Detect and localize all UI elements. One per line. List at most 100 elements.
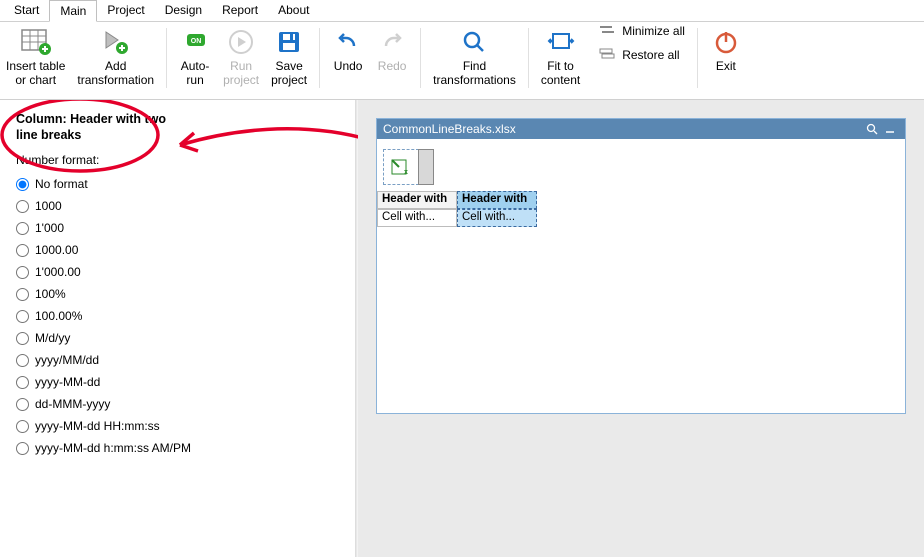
radio-input[interactable] [16, 288, 29, 301]
grid-header-cell[interactable]: Header with [457, 191, 537, 209]
auto-run-icon: ON [179, 26, 211, 58]
undo-button[interactable]: Undo [326, 22, 370, 99]
ribbon-separator [697, 28, 698, 88]
menu-main[interactable]: Main [49, 0, 97, 22]
radio-input[interactable] [16, 244, 29, 257]
restore-all-button[interactable]: Restore all [592, 46, 691, 64]
redo-icon [376, 26, 408, 58]
ribbon-separator [319, 28, 320, 88]
radio-input[interactable] [16, 442, 29, 455]
auto-run-button[interactable]: ON Auto- run [173, 22, 217, 99]
number-format-option[interactable]: 1000.00 [16, 239, 339, 261]
redo-button[interactable]: Redo [370, 22, 414, 99]
radio-input[interactable] [16, 222, 29, 235]
number-format-option[interactable]: yyyy-MM-dd [16, 371, 339, 393]
radio-input[interactable] [16, 200, 29, 213]
find-transformations-button[interactable]: Find transformations [427, 22, 522, 99]
exit-button[interactable]: Exit [704, 22, 748, 99]
save-project-button[interactable]: Save project [265, 22, 313, 99]
menu-bar: Start Main Project Design Report About [0, 0, 924, 22]
radio-label: yyyy-MM-dd h:mm:ss AM/PM [35, 441, 191, 455]
run-project-button[interactable]: Run project [217, 22, 265, 99]
radio-label: M/d/yy [35, 331, 70, 345]
document-window: CommonLineBreaks.xlsx x [376, 118, 906, 414]
number-format-option[interactable]: 100.00% [16, 305, 339, 327]
radio-label: 1'000 [35, 221, 64, 235]
menu-about[interactable]: About [268, 0, 319, 21]
radio-label: 1'000.00 [35, 265, 81, 279]
menu-report[interactable]: Report [212, 0, 268, 21]
play-icon [225, 26, 257, 58]
save-project-label: Save project [271, 60, 307, 88]
insert-table-button[interactable]: Insert table or chart [0, 22, 71, 99]
restore-all-label: Restore all [622, 48, 679, 62]
ribbon: Insert table or chart Add transformation… [0, 22, 924, 100]
number-format-option[interactable]: 1'000.00 [16, 261, 339, 283]
number-format-option[interactable]: dd-MMM-yyyy [16, 393, 339, 415]
data-grid: Header with Header with Cell with... Cel… [377, 191, 905, 227]
auto-run-label: Auto- run [181, 60, 210, 88]
radio-input[interactable] [16, 354, 29, 367]
sheet-thumb-selected[interactable] [418, 149, 434, 185]
grid-cell[interactable]: Cell with... [377, 209, 457, 227]
radio-input[interactable] [16, 332, 29, 345]
search-icon [458, 26, 490, 58]
add-transformation-button[interactable]: Add transformation [71, 22, 160, 99]
find-transformations-label: Find transformations [433, 60, 516, 88]
sheet-thumbnails: x [377, 149, 905, 185]
add-transformation-label: Add transformation [77, 60, 154, 88]
power-icon [710, 26, 742, 58]
radio-label: yyyy-MM-dd [35, 375, 100, 389]
fit-icon [545, 26, 577, 58]
minimize-all-button[interactable]: Minimize all [592, 22, 691, 40]
radio-input[interactable] [16, 420, 29, 433]
minimize-icon [598, 24, 616, 38]
radio-input[interactable] [16, 178, 29, 191]
number-format-option[interactable]: 100% [16, 283, 339, 305]
grid-cell[interactable]: Cell with... [457, 209, 537, 227]
number-format-option[interactable]: M/d/yy [16, 327, 339, 349]
grid-header-cell[interactable]: Header with [377, 191, 457, 209]
document-minimize-icon[interactable] [881, 120, 899, 138]
ribbon-separator [528, 28, 529, 88]
number-format-option[interactable]: yyyy-MM-dd h:mm:ss AM/PM [16, 437, 339, 459]
number-format-option[interactable]: yyyy/MM/dd [16, 349, 339, 371]
exit-label: Exit [716, 60, 736, 74]
menu-project[interactable]: Project [97, 0, 154, 21]
minimize-all-label: Minimize all [622, 24, 685, 38]
radio-input[interactable] [16, 310, 29, 323]
restore-icon [598, 48, 616, 62]
redo-label: Redo [378, 60, 407, 74]
ribbon-separator [166, 28, 167, 88]
svg-text:ON: ON [191, 38, 202, 45]
number-format-option[interactable]: No format [16, 173, 339, 195]
menu-design[interactable]: Design [155, 0, 212, 21]
save-icon [273, 26, 305, 58]
undo-label: Undo [334, 60, 363, 74]
run-project-label: Run project [223, 60, 259, 88]
radio-label: 100% [35, 287, 66, 301]
radio-input[interactable] [16, 266, 29, 279]
menu-start[interactable]: Start [4, 0, 49, 21]
radio-label: 100.00% [35, 309, 82, 323]
radio-input[interactable] [16, 398, 29, 411]
number-format-option[interactable]: 1000 [16, 195, 339, 217]
undo-icon [332, 26, 364, 58]
sheet-thumb[interactable]: x [383, 149, 419, 185]
fit-to-content-button[interactable]: Fit to content [535, 22, 586, 99]
insert-table-label: Insert table or chart [6, 60, 65, 88]
radio-input[interactable] [16, 376, 29, 389]
number-format-option[interactable]: 1'000 [16, 217, 339, 239]
workspace: CommonLineBreaks.xlsx x [358, 100, 924, 557]
radio-label: dd-MMM-yyyy [35, 397, 110, 411]
document-search-icon[interactable] [863, 120, 881, 138]
fit-to-content-label: Fit to content [541, 60, 580, 88]
document-titlebar[interactable]: CommonLineBreaks.xlsx [377, 119, 905, 139]
radio-label: yyyy-MM-dd HH:mm:ss [35, 419, 160, 433]
radio-label: No format [35, 177, 88, 191]
ribbon-separator [420, 28, 421, 88]
radio-label: 1000 [35, 199, 62, 213]
column-title: Column: Header with two line breaks [16, 112, 166, 143]
properties-panel: Column: Header with two line breaks Numb… [0, 100, 355, 557]
number-format-option[interactable]: yyyy-MM-dd HH:mm:ss [16, 415, 339, 437]
